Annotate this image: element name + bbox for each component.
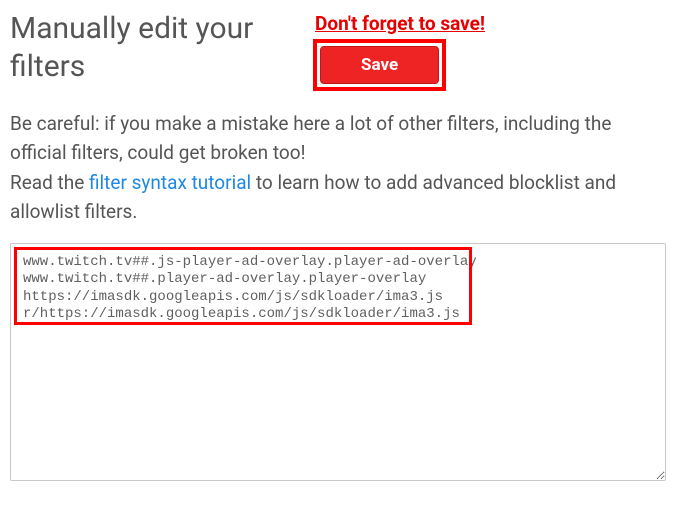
page-title: Manually edit your filters: [10, 10, 305, 85]
save-button[interactable]: Save: [320, 46, 439, 84]
save-area: Don't forget to save! Save: [313, 10, 485, 91]
save-reminder-text: Don't forget to save!: [313, 12, 485, 35]
save-button-highlight: Save: [313, 39, 446, 91]
read-prefix: Read the: [10, 171, 89, 194]
warning-text: Be careful: if you make a mistake here a…: [10, 112, 611, 164]
filter-syntax-tutorial-link[interactable]: filter syntax tutorial: [89, 171, 251, 194]
description-text: Be careful: if you make a mistake here a…: [10, 109, 663, 227]
filter-textarea-container: [10, 243, 666, 481]
filter-textarea[interactable]: [11, 244, 665, 480]
